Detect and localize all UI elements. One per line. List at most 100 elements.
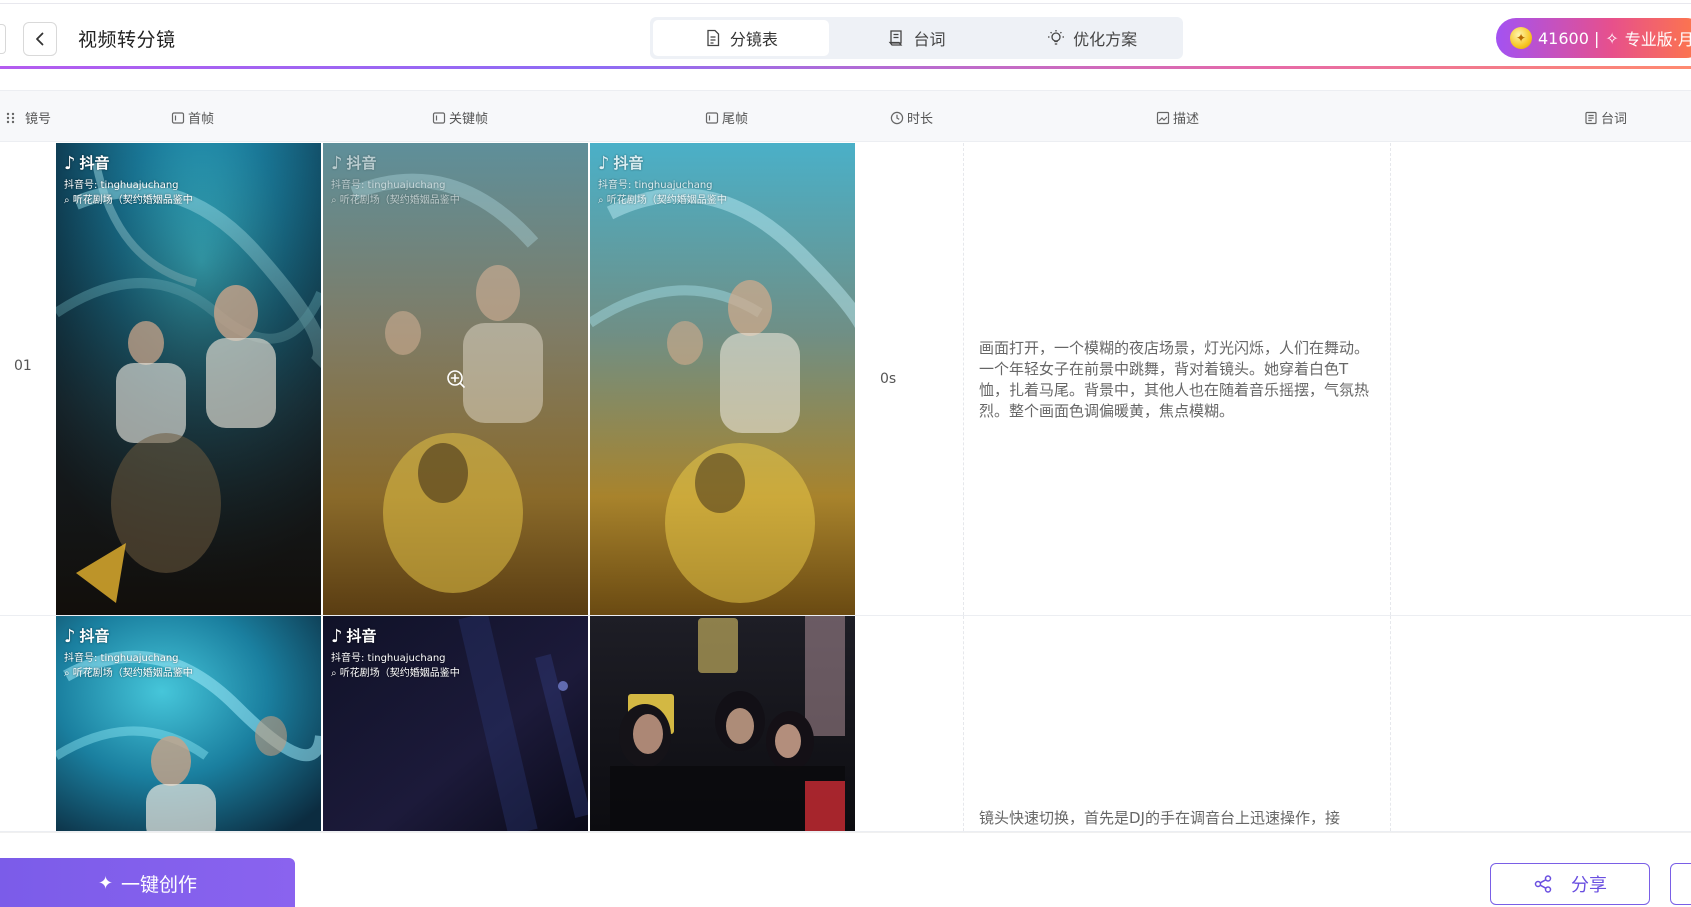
script-icon xyxy=(888,30,902,46)
lightbulb-icon xyxy=(1048,30,1065,45)
watermark-search: 听花剧场（契约婚姻品鉴中 xyxy=(72,667,193,679)
frame-icon xyxy=(171,111,185,124)
search-icon: ⌕ xyxy=(64,667,73,679)
douyin-watermark: ♪ 抖音 抖音号: tinghuajuchang ⌕ 听花剧场（契约婚姻品鉴中 xyxy=(64,624,193,681)
tab-lines-label: 台词 xyxy=(913,30,946,49)
search-icon: ⌕ xyxy=(331,194,340,206)
watermark-account: 抖音号: tinghuajuchang xyxy=(598,180,713,192)
shot-number: 01 xyxy=(14,358,32,374)
bottom-action-bar: ✦ 一键创作 分享 xyxy=(0,832,1691,907)
page-title: 视频转分镜 xyxy=(78,29,176,51)
watermark-search: 听花剧场（契约婚姻品鉴中 xyxy=(339,667,460,679)
column-duration-label: 时长 xyxy=(907,112,934,127)
tab-storyboard-label: 分镜表 xyxy=(729,30,778,49)
tab-optimization[interactable]: 优化方案 xyxy=(1004,20,1180,56)
table-row: 01 ♪ 抖音 抖音号: tinghuajuchang ⌕ 听花剧场（契约婚姻品… xyxy=(0,143,1691,616)
douyin-logo-icon: ♪ xyxy=(598,153,610,174)
douyin-watermark: ♪ 抖音 抖音号: tinghuajuchang ⌕ 听花剧场（契约婚姻品鉴中 xyxy=(64,151,193,208)
image-icon xyxy=(1156,111,1170,124)
column-lines: 台词 xyxy=(1584,108,1627,127)
chevron-left-icon xyxy=(36,32,44,46)
sparkle-icon: ✦ xyxy=(97,872,114,894)
shot-description[interactable]: 画面打开，一个模糊的夜店场景，灯光闪烁，人们在舞动。一个年轻女子在前景中跳舞，背… xyxy=(979,338,1369,422)
tab-optimization-label: 优化方案 xyxy=(1073,30,1138,49)
document-icon xyxy=(707,29,719,47)
douyin-logo-icon: ♪ xyxy=(331,626,343,647)
column-key-frame: 关键帧 xyxy=(432,108,488,127)
column-divider xyxy=(1390,143,1391,615)
zoom-in-icon[interactable] xyxy=(445,368,467,390)
credits-amount: 41600 | xyxy=(1538,28,1600,48)
column-divider xyxy=(1390,616,1391,831)
douyin-watermark: ♪ 抖音 抖音号: tinghuajuchang ⌕ 听花剧场（契约婚姻品鉴中 xyxy=(331,151,460,208)
watermark-search: 听花剧场（契约婚姻品鉴中 xyxy=(339,194,460,206)
first-frame-thumbnail[interactable]: ♪ 抖音 抖音号: tinghuajuchang ⌕ 听花剧场（契约婚姻品鉴中 xyxy=(56,143,321,615)
share-button[interactable]: 分享 xyxy=(1490,863,1650,905)
view-tabs: 分镜表 台词 优化方案 xyxy=(650,17,1183,59)
column-shot-no-label: 镜号 xyxy=(25,112,52,127)
club-booth-frame-image xyxy=(590,616,855,831)
column-key-frame-label: 关键帧 xyxy=(449,112,489,127)
watermark-search: 听花剧场（契约婚姻品鉴中 xyxy=(606,194,727,206)
share-button-label: 分享 xyxy=(1571,875,1607,896)
sparkle-icon: ✧ xyxy=(1605,28,1619,48)
drag-handle-icon[interactable] xyxy=(4,111,18,125)
frame-icon xyxy=(432,111,446,124)
shot-description[interactable]: 镜头快速切换，首先是DJ的手在调音台上迅速操作，接 xyxy=(979,808,1369,829)
column-first-frame: 首帧 xyxy=(171,108,214,127)
search-icon: ⌕ xyxy=(331,667,340,679)
column-shot-no: 镜号 xyxy=(4,108,51,127)
watermark-search: 听花剧场（契约婚姻品鉴中 xyxy=(72,194,193,206)
watermark-brand: 抖音 xyxy=(346,154,377,173)
watermark-account: 抖音号: tinghuajuchang xyxy=(331,653,446,665)
watermark-brand: 抖音 xyxy=(79,627,110,646)
search-icon: ⌕ xyxy=(64,194,73,206)
watermark-account: 抖音号: tinghuajuchang xyxy=(331,180,446,192)
douyin-watermark: ♪ 抖音 抖音号: tinghuajuchang ⌕ 听花剧场（契约婚姻品鉴中 xyxy=(598,151,727,208)
more-action-button[interactable] xyxy=(1670,863,1691,905)
last-frame-thumbnail[interactable] xyxy=(590,616,855,831)
column-first-frame-label: 首帧 xyxy=(188,112,215,127)
text-doc-icon xyxy=(1585,111,1597,124)
key-frame-thumbnail[interactable]: ♪ 抖音 抖音号: tinghuajuchang ⌕ 听花剧场（契约婚姻品鉴中 xyxy=(323,616,588,831)
watermark-brand: 抖音 xyxy=(346,627,377,646)
column-last-frame: 尾帧 xyxy=(705,108,748,127)
back-button[interactable] xyxy=(23,22,57,56)
watermark-brand: 抖音 xyxy=(613,154,644,173)
app-header: 视频转分镜 分镜表 台词 优化方案 ✦ 41600 | ✧ 专业版·月 xyxy=(0,4,1691,66)
column-divider xyxy=(963,143,964,615)
last-frame-thumbnail[interactable]: ♪ 抖音 抖音号: tinghuajuchang ⌕ 听花剧场（契约婚姻品鉴中 xyxy=(590,143,855,615)
douyin-logo-icon: ♪ xyxy=(331,153,343,174)
column-divider xyxy=(963,616,964,831)
coin-icon: ✦ xyxy=(1510,27,1532,49)
watermark-account: 抖音号: tinghuajuchang xyxy=(64,653,179,665)
key-frame-thumbnail[interactable]: ♪ 抖音 抖音号: tinghuajuchang ⌕ 听花剧场（契约婚姻品鉴中 xyxy=(323,143,588,615)
column-description-label: 描述 xyxy=(1173,112,1200,127)
plan-label: 专业版·月 xyxy=(1624,30,1691,49)
collapsed-panel-handle[interactable] xyxy=(0,24,6,54)
header-accent-line xyxy=(0,66,1691,69)
search-icon: ⌕ xyxy=(598,194,607,206)
douyin-watermark: ♪ 抖音 抖音号: tinghuajuchang ⌕ 听花剧场（契约婚姻品鉴中 xyxy=(331,624,460,681)
table-row: ♪ 抖音 抖音号: tinghuajuchang ⌕ 听花剧场（契约婚姻品鉴中 ♪… xyxy=(0,616,1691,832)
one-click-create-button[interactable]: ✦ 一键创作 xyxy=(0,858,295,907)
watermark-account: 抖音号: tinghuajuchang xyxy=(64,180,179,192)
column-last-frame-label: 尾帧 xyxy=(722,112,749,127)
douyin-logo-icon: ♪ xyxy=(64,153,76,174)
watermark-brand: 抖音 xyxy=(79,154,110,173)
nightclub-frame-image xyxy=(590,143,855,615)
tab-lines[interactable]: 台词 xyxy=(829,20,1005,56)
frame-icon xyxy=(705,111,719,124)
first-frame-thumbnail[interactable]: ♪ 抖音 抖音号: tinghuajuchang ⌕ 听花剧场（契约婚姻品鉴中 xyxy=(56,616,321,831)
table-header: 镜号 首帧 关键帧 尾帧 时长 描述 台词 xyxy=(0,90,1691,142)
tab-storyboard[interactable]: 分镜表 xyxy=(653,20,829,56)
douyin-logo-icon: ♪ xyxy=(64,626,76,647)
clock-icon xyxy=(890,111,904,124)
column-description: 描述 xyxy=(1156,108,1199,127)
share-icon xyxy=(1534,875,1552,893)
column-lines-label: 台词 xyxy=(1601,112,1628,127)
shot-duration: 0s xyxy=(880,371,897,387)
page: 视频转分镜 分镜表 台词 优化方案 ✦ 41600 | ✧ 专业版·月 镜号 首… xyxy=(0,0,1691,907)
create-button-label: 一键创作 xyxy=(121,873,198,896)
credits-badge[interactable]: ✦ 41600 | ✧ 专业版·月 xyxy=(1496,18,1691,58)
